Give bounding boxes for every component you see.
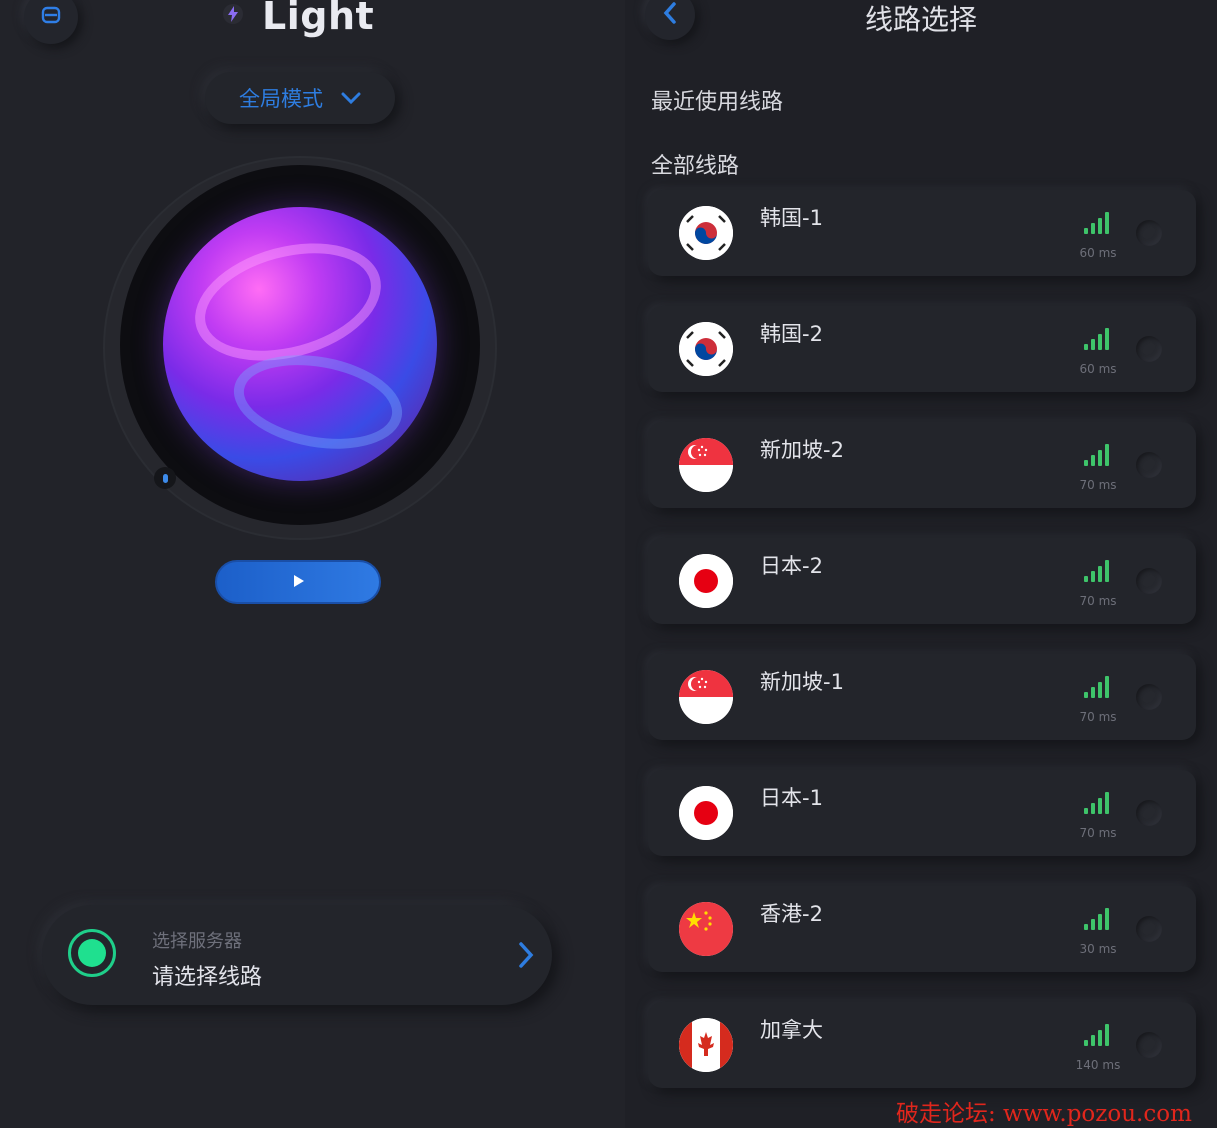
recent-routes-header: 最近使用线路 [651,90,784,115]
route-name: 日本-1 [760,786,823,810]
route-row[interactable]: 韩国-1 60 ms [648,190,1196,276]
server-label: 选择服务器 [152,931,242,952]
route-radio[interactable] [1136,336,1162,362]
bolt-icon [222,3,244,29]
japan-flag-icon [679,786,733,840]
chevron-down-icon [341,86,361,110]
korea-flag-icon [679,206,733,260]
mode-dropdown[interactable]: 全局模式 [205,72,395,124]
route-row[interactable]: 日本-1 70 ms [648,770,1196,856]
route-row[interactable]: 日本-2 70 ms [648,538,1196,624]
server-value: 请选择线路 [152,965,263,990]
signal-icon [1084,560,1110,582]
chevron-left-icon [662,1,678,29]
app-title: Light [222,0,374,38]
status-indicator [68,929,116,977]
signal-icon [1084,1024,1110,1046]
singapore-flag-icon [679,438,733,492]
route-radio[interactable] [1136,800,1162,826]
route-name: 新加坡-2 [760,438,844,462]
route-radio[interactable] [1136,220,1162,246]
route-name: 新加坡-1 [760,670,844,694]
route-latency: 30 ms [1079,942,1117,956]
signal-icon [1084,212,1110,234]
all-routes-header: 全部线路 [651,154,740,179]
route-row[interactable]: 新加坡-1 70 ms [648,654,1196,740]
signal-icon [1084,444,1110,466]
signal-icon [1084,676,1110,698]
dial-knob[interactable] [154,467,176,489]
chevron-right-icon [517,941,535,973]
server-selector[interactable]: 选择服务器 请选择线路 [42,905,552,1005]
route-latency: 140 ms [1075,1058,1121,1072]
play-icon [291,573,305,592]
signal-icon [1084,328,1110,350]
route-name: 加拿大 [760,1018,823,1042]
route-radio[interactable] [1136,568,1162,594]
connect-button[interactable] [215,560,381,604]
watermark: 破走论坛: www.pozou.com [896,1101,1192,1127]
connection-orb[interactable] [163,207,437,481]
app-name: Light [262,0,375,38]
route-name: 韩国-1 [760,206,823,230]
mode-label: 全局模式 [239,87,323,111]
route-radio[interactable] [1136,684,1162,710]
signal-icon [1084,908,1110,930]
route-row[interactable]: 加拿大 140 ms [648,1002,1196,1088]
route-row[interactable]: 香港-2 30 ms [648,886,1196,972]
route-latency: 70 ms [1079,478,1117,492]
route-name: 香港-2 [760,902,823,926]
route-row[interactable]: 韩国-2 60 ms [648,306,1196,392]
route-radio[interactable] [1136,916,1162,942]
route-latency: 60 ms [1079,246,1117,260]
route-latency: 70 ms [1079,594,1117,608]
page-title: 线路选择 [865,3,978,36]
route-radio[interactable] [1136,452,1162,478]
canada-flag-icon [679,1018,733,1072]
china-flag-icon [679,902,733,956]
korea-flag-icon [679,322,733,376]
menu-button[interactable] [24,0,78,44]
route-latency: 70 ms [1079,826,1117,840]
route-name: 韩国-2 [760,322,823,346]
route-latency: 70 ms [1079,710,1117,724]
route-name: 日本-2 [760,554,823,578]
route-row[interactable]: 新加坡-2 70 ms [648,422,1196,508]
singapore-flag-icon [679,670,733,724]
box-icon [40,4,62,30]
japan-flag-icon [679,554,733,608]
signal-icon [1084,792,1110,814]
route-radio[interactable] [1136,1032,1162,1058]
route-latency: 60 ms [1079,362,1117,376]
